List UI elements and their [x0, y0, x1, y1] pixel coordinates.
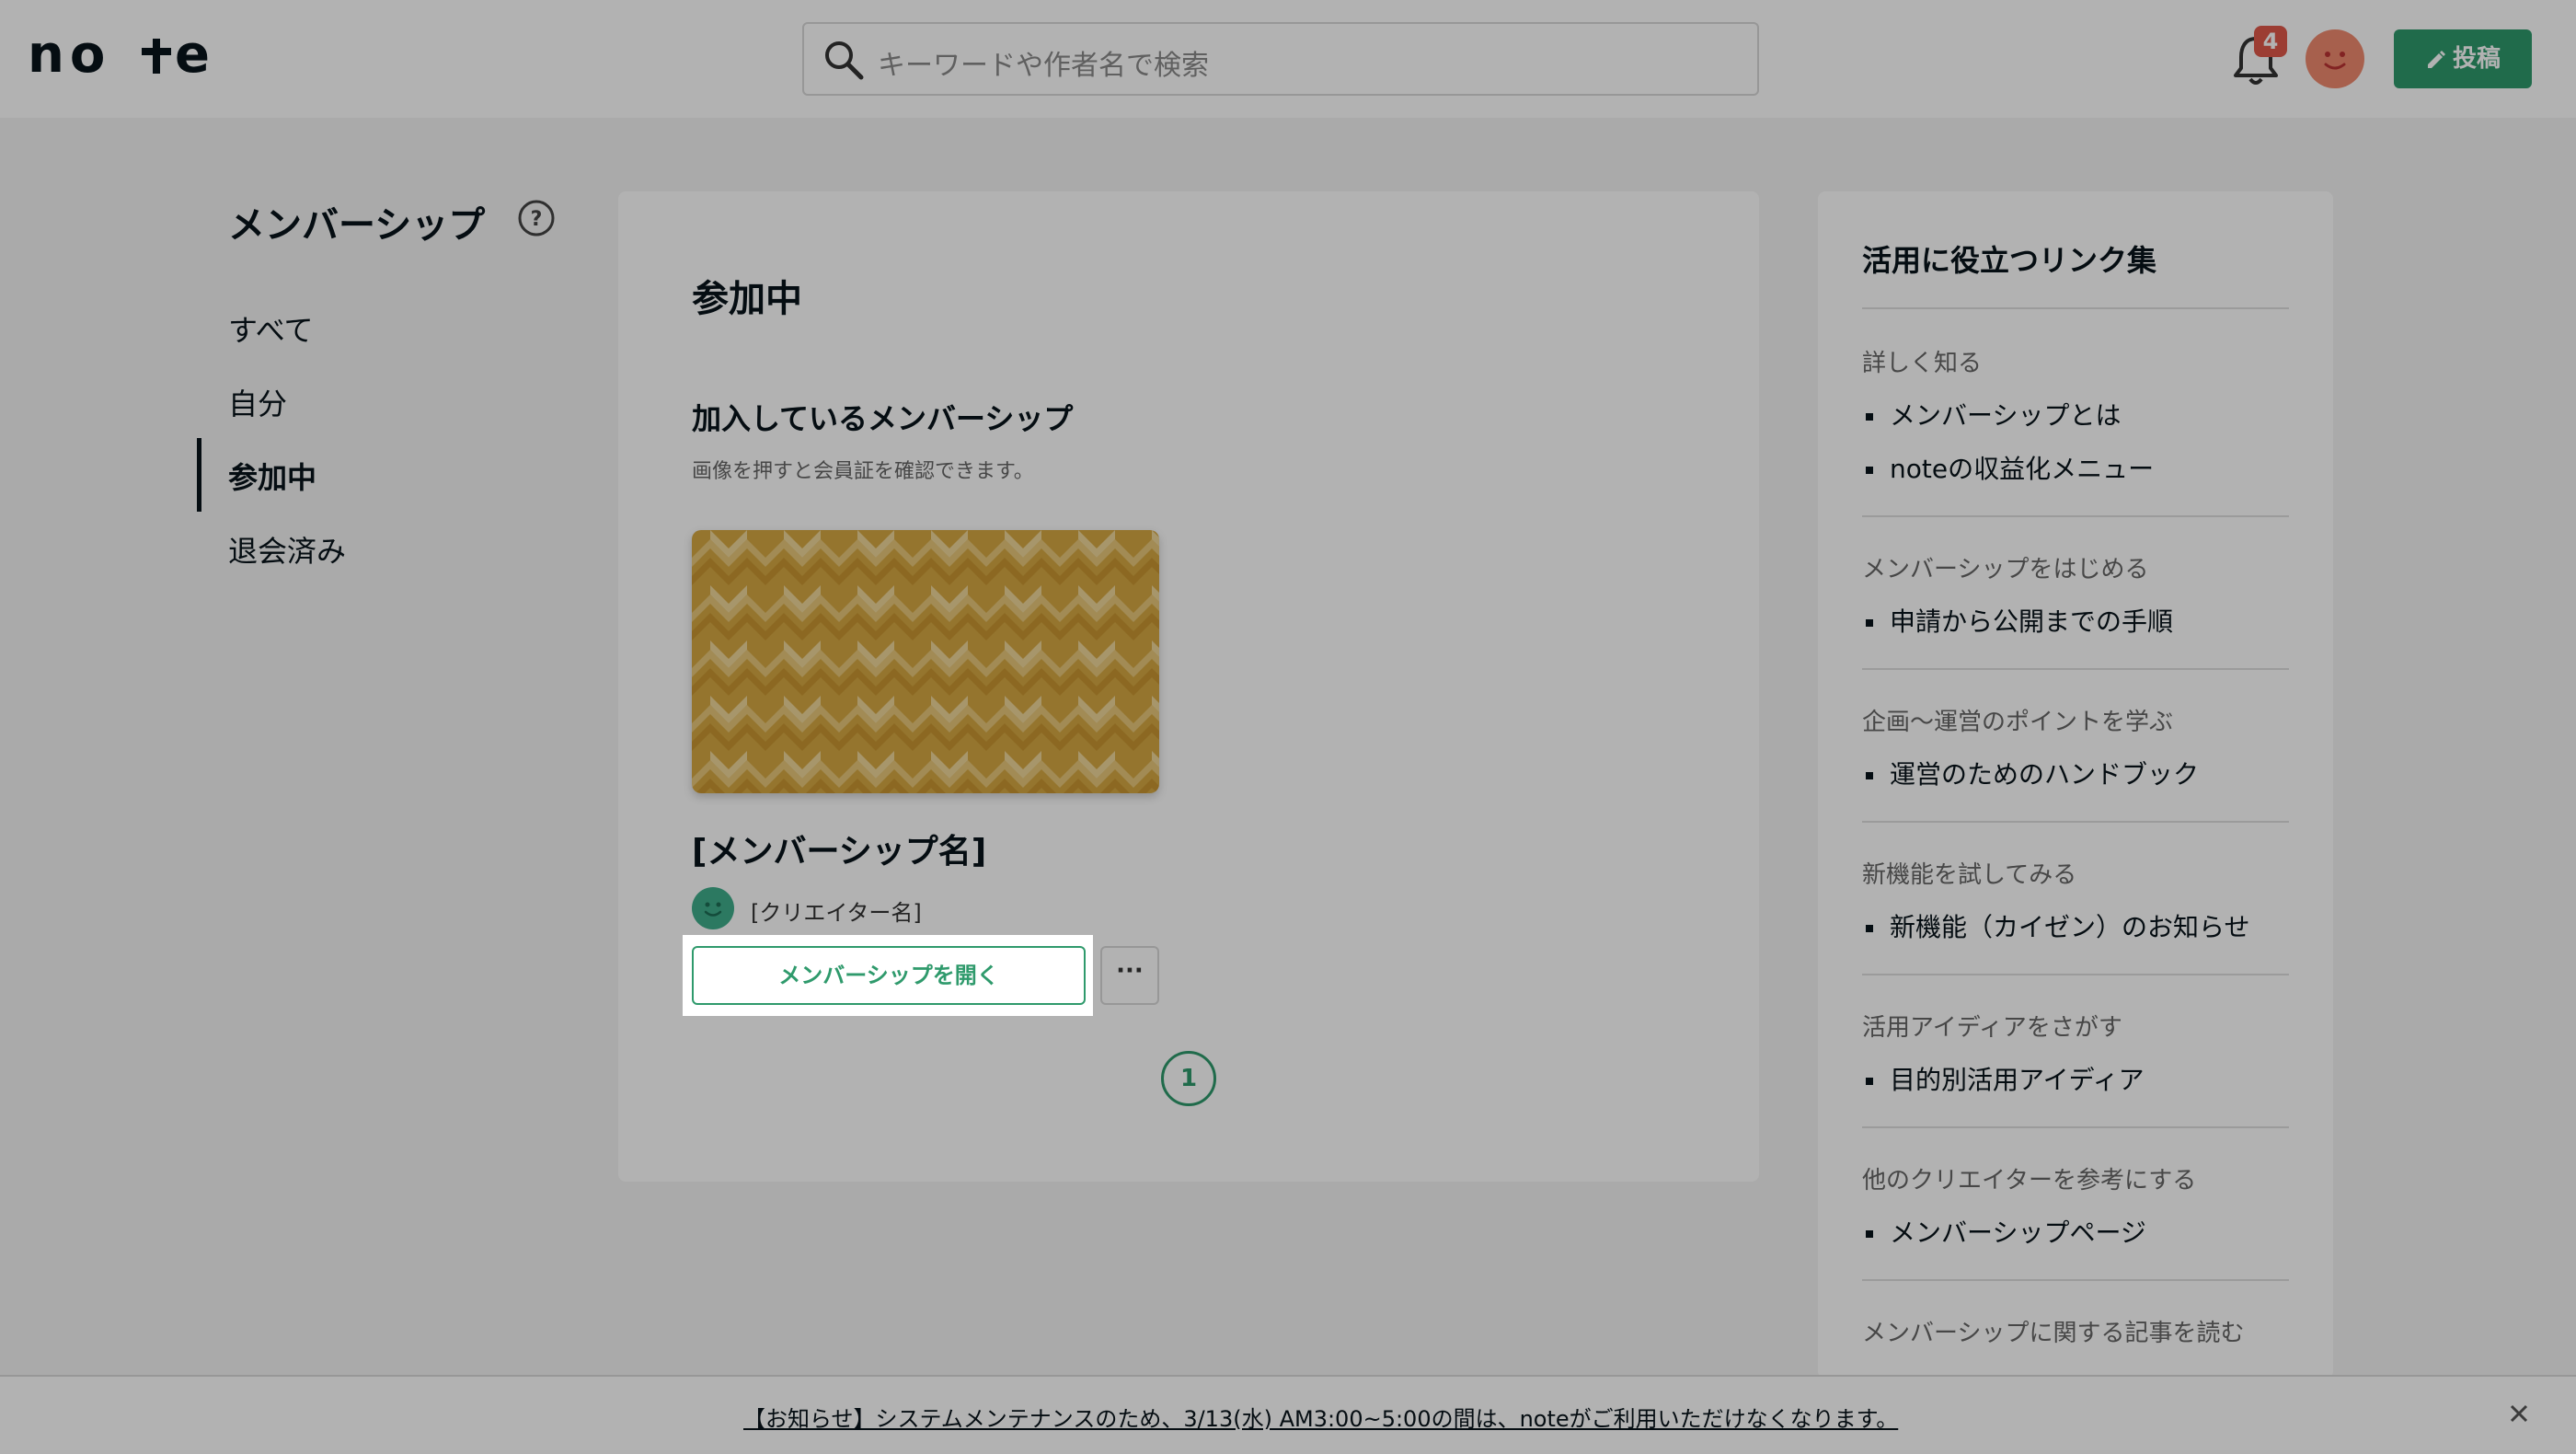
- link-text[interactable]: noteの収益化メニュー: [1890, 454, 2154, 484]
- creator-avatar[interactable]: [692, 887, 734, 929]
- open-membership-button[interactable]: メンバーシップを開く: [692, 946, 1086, 1005]
- links-category: 新機能を試してみる: [1862, 861, 2077, 889]
- notice-bar: 【お知らせ】システムメンテナンスのため、3/13(水) AM3:00~5:00の…: [0, 1375, 2576, 1454]
- post-button[interactable]: 投稿: [2394, 29, 2532, 88]
- link-text[interactable]: 目的別活用アイディア: [1890, 1065, 2145, 1095]
- membership-name[interactable]: [メンバーシップ名]: [692, 825, 986, 872]
- links-category: メンバーシップをはじめる: [1862, 556, 2149, 583]
- divider: [1862, 821, 2289, 823]
- link-text[interactable]: メンバーシップページ: [1890, 1217, 2146, 1248]
- link-item[interactable]: 運営のためのハンドブック: [1862, 755, 2199, 791]
- notification-badge: 4: [2254, 26, 2287, 57]
- link-item[interactable]: メンバーシップとは: [1862, 396, 2121, 433]
- bullet: [1866, 467, 1873, 474]
- help-icon[interactable]: ?: [517, 199, 556, 237]
- links-category: 活用アイディアをさがす: [1862, 1014, 2122, 1042]
- bullet: [1866, 925, 1873, 932]
- section-title: 加入しているメンバーシップ: [692, 401, 1074, 436]
- bullet: [1866, 413, 1873, 421]
- nav-item-mine[interactable]: 自分: [228, 381, 287, 423]
- link-text[interactable]: メンバーシップとは: [1890, 400, 2121, 431]
- divider: [1862, 668, 2289, 670]
- section-description: 画像を押すと会員証を確認できます。: [692, 460, 1034, 483]
- user-avatar[interactable]: [2306, 29, 2364, 88]
- svg-text:?: ?: [531, 208, 543, 231]
- link-item[interactable]: 申請から公開までの手順: [1862, 602, 2173, 639]
- links-category: 他のクリエイターを参考にする: [1862, 1167, 2197, 1194]
- post-label: 投稿: [2452, 45, 2501, 73]
- links-title: 活用に役立つリンク集: [1862, 243, 2157, 278]
- link-text[interactable]: 申請から公開までの手順: [1890, 606, 2173, 637]
- search-icon: [825, 41, 864, 80]
- creator-name[interactable]: [クリエイター名]: [751, 894, 922, 927]
- divider: [1862, 974, 2289, 975]
- nav-item-joined[interactable]: 参加中: [228, 455, 316, 497]
- divider: [1862, 515, 2289, 517]
- membership-card-image[interactable]: [692, 530, 1159, 793]
- page-title: 参加中: [692, 278, 802, 320]
- pagination-page-1[interactable]: 1: [1161, 1051, 1216, 1106]
- header: no e キーワードや作者名で検索 4 投稿: [0, 0, 2576, 118]
- link-text[interactable]: 新機能（カイゼン）のお知らせ: [1890, 912, 2249, 942]
- svg-text:no: no: [28, 33, 110, 81]
- search-box[interactable]: キーワードや作者名で検索: [802, 22, 1759, 96]
- nav-active-indicator: [197, 438, 201, 512]
- svg-text:e: e: [175, 33, 210, 81]
- smile-icon: [2324, 52, 2346, 70]
- search-input[interactable]: キーワードや作者名で検索: [878, 42, 1209, 83]
- link-item[interactable]: noteの収益化メニュー: [1862, 449, 2154, 486]
- pencil-icon: [2427, 50, 2445, 68]
- bullet: [1866, 772, 1873, 779]
- divider: [1862, 1279, 2289, 1281]
- close-icon[interactable]: [2501, 1395, 2537, 1432]
- link-item[interactable]: 目的別活用アイディア: [1862, 1060, 2145, 1097]
- links-category: メンバーシップに関する記事を読む: [1862, 1320, 2245, 1347]
- nav-item-all[interactable]: すべて: [228, 307, 313, 350]
- bullet: [1866, 1078, 1873, 1085]
- notice-text[interactable]: 【お知らせ】システムメンテナンスのため、3/13(水) AM3:00~5:00の…: [743, 1401, 1898, 1433]
- links-category: 企画〜運営のポイントを学ぶ: [1862, 709, 2174, 736]
- divider: [1862, 307, 2289, 309]
- nav-title: メンバーシップ: [228, 204, 486, 247]
- link-text[interactable]: 運営のためのハンドブック: [1890, 759, 2199, 790]
- more-options-button[interactable]: ···: [1100, 946, 1159, 1005]
- divider: [1862, 1126, 2289, 1128]
- bullet: [1866, 619, 1873, 627]
- note-logo[interactable]: no e: [28, 33, 212, 81]
- smile-icon: [704, 902, 722, 917]
- links-category: 詳しく知る: [1862, 350, 1983, 377]
- bullet: [1866, 1230, 1873, 1238]
- nav-item-left[interactable]: 退会済み: [228, 528, 346, 571]
- chevron-pattern: [692, 530, 1159, 793]
- link-item[interactable]: 新機能（カイゼン）のお知らせ: [1862, 907, 2249, 944]
- link-item[interactable]: メンバーシップページ: [1862, 1213, 2146, 1250]
